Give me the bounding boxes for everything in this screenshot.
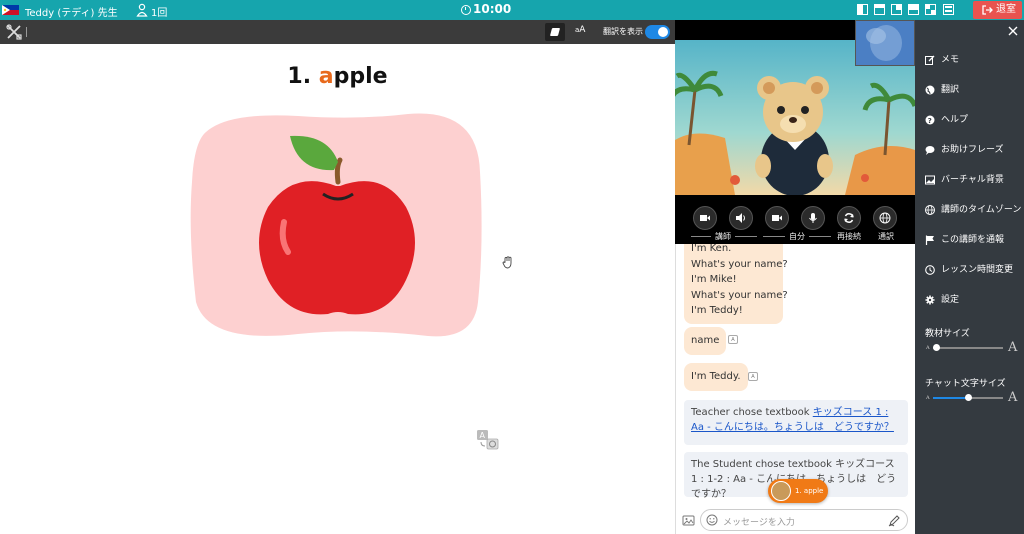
gear-icon xyxy=(925,295,935,305)
top-bar: Teddy (テディ) 先生 1回 10:00 退室 xyxy=(0,0,1024,20)
globe-icon xyxy=(925,85,935,95)
sidebar-item-helpful-phrases[interactable]: お助けフレーズ xyxy=(925,142,1004,158)
microphone-icon xyxy=(809,213,817,223)
sidebar-item-settings[interactable]: 設定 xyxy=(925,292,959,308)
font-size-button[interactable]: aA xyxy=(575,25,585,35)
lesson-count: 1回 xyxy=(151,8,168,19)
emoji-icon[interactable] xyxy=(706,514,718,529)
translation-toggle[interactable] xyxy=(645,25,670,39)
teacher-avatar xyxy=(771,481,791,501)
chat-message: name xyxy=(684,327,727,355)
chat-message-input[interactable]: メッセージを入力 xyxy=(700,509,908,531)
teacher-name: Teddy (テディ) 先生 xyxy=(25,8,118,19)
chat-input-area: メッセージを入力 xyxy=(676,506,915,534)
self-label: 自分 xyxy=(789,232,805,241)
sidebar-item-help[interactable]: ? ヘルプ xyxy=(925,112,968,128)
textbook-content: 1. apple A xyxy=(0,44,675,534)
speaker-icon xyxy=(736,213,745,223)
chat-text-size-slider-fill xyxy=(933,397,968,399)
self-group-line xyxy=(763,236,785,237)
sidebar-item-teacher-timezone[interactable]: 講師のタイムゾーン xyxy=(925,202,1021,218)
self-camera-button[interactable] xyxy=(765,206,789,230)
layout-video-icon[interactable] xyxy=(908,4,919,15)
reconnect-label: 再接続 xyxy=(837,232,861,241)
layout-top-icon[interactable] xyxy=(874,4,885,15)
system-message: Teacher chose textbook キッズコース 1 : Aa - こ… xyxy=(684,400,908,445)
self-group-line xyxy=(809,236,831,237)
video-panel: 講師 自分 再接続 通訳 xyxy=(675,20,915,244)
sidebar-item-memo[interactable]: メモ xyxy=(925,52,959,68)
teacher-group-line xyxy=(735,236,757,237)
chat-message: I'm Teddy. xyxy=(684,363,748,391)
clock-icon xyxy=(461,5,471,15)
reconnect-button[interactable] xyxy=(837,206,861,230)
tools-icon[interactable] xyxy=(6,24,22,43)
translate-icon[interactable]: A xyxy=(476,429,500,454)
translate-message-icon[interactable]: A xyxy=(728,335,738,344)
chat-text-size-slider-thumb[interactable] xyxy=(964,394,972,401)
attach-image-icon[interactable] xyxy=(682,514,695,530)
material-size-slider-thumb[interactable] xyxy=(933,344,940,351)
layout-split-icon[interactable] xyxy=(857,4,868,15)
flag-icon xyxy=(925,235,934,245)
layout-side-icon[interactable] xyxy=(891,4,902,15)
world-icon xyxy=(925,205,935,215)
image-icon xyxy=(925,175,935,185)
textbook-toolbar: aA 翻訳を表示 xyxy=(0,20,675,44)
close-icon[interactable] xyxy=(1008,26,1018,39)
lesson-timer: 10:00 xyxy=(473,2,512,16)
exit-icon xyxy=(982,5,993,15)
chat-panel: I'm Ken. What's your name? I'm Mike! Wha… xyxy=(675,244,915,534)
teacher-volume-button[interactable] xyxy=(729,206,753,230)
svg-text:A: A xyxy=(480,431,486,440)
eraser-icon xyxy=(549,28,561,36)
sidebar-item-translate[interactable]: 翻訳 xyxy=(925,82,959,98)
translate-message-icon[interactable]: A xyxy=(748,372,758,381)
chat-input-placeholder: メッセージを入力 xyxy=(723,518,795,528)
svg-text:?: ? xyxy=(928,117,932,125)
sidebar-item-change-lesson-time[interactable]: レッスン時間変更 xyxy=(925,262,1013,278)
camera-icon xyxy=(700,215,710,221)
sidebar-item-report-teacher[interactable]: この講師を通報 xyxy=(925,232,1004,248)
eraser-button[interactable] xyxy=(545,23,565,41)
lesson-title: 1. apple xyxy=(287,64,388,89)
material-size-label: 教材サイズ xyxy=(925,329,970,339)
exit-label: 退室 xyxy=(996,4,1016,15)
sidebar-menu: メモ 翻訳 ? ヘルプ お助けフレーズ バーチャル背景 講師のタイムゾーン この… xyxy=(915,20,1024,534)
self-microphone-button[interactable] xyxy=(801,206,825,230)
chat-text-size-slider[interactable]: A A xyxy=(925,390,1020,405)
toolbar-separator xyxy=(26,27,27,37)
clock-icon xyxy=(925,265,935,275)
pen-icon[interactable] xyxy=(888,514,901,530)
chat-message: I'm Ken. What's your name? I'm Mike! Wha… xyxy=(684,244,788,324)
exit-button[interactable]: 退室 xyxy=(973,1,1022,19)
apple-illustration xyxy=(188,112,488,345)
material-size-slider[interactable]: A A xyxy=(925,340,1020,355)
sidebar-item-virtual-background[interactable]: バーチャル背景 xyxy=(925,172,1004,188)
show-translation-label: 翻訳を表示 xyxy=(603,27,643,36)
teacher-camera-button[interactable] xyxy=(693,206,717,230)
chat-icon xyxy=(925,146,935,155)
layout-full-icon[interactable] xyxy=(943,4,954,15)
lesson-count-icon xyxy=(136,3,148,17)
interpreter-button[interactable] xyxy=(873,206,897,230)
memo-icon xyxy=(925,55,935,65)
philippines-flag-icon xyxy=(2,5,19,15)
chat-text-size-label: チャット文字サイズ xyxy=(925,379,1006,389)
help-icon: ? xyxy=(925,115,935,125)
teacher-label: 講師 xyxy=(715,232,731,241)
hand-cursor-icon xyxy=(502,256,514,272)
globe-icon xyxy=(879,212,891,224)
slider-track xyxy=(933,347,1003,349)
self-video-thumbnail[interactable] xyxy=(855,20,915,66)
teacher-group-line xyxy=(691,236,711,237)
layout-grid-icon[interactable] xyxy=(925,4,936,15)
interpreter-label: 通訳 xyxy=(878,232,894,241)
current-page-pill[interactable]: 1. apple xyxy=(768,479,828,503)
camera-icon xyxy=(772,215,782,221)
refresh-icon xyxy=(844,213,854,223)
